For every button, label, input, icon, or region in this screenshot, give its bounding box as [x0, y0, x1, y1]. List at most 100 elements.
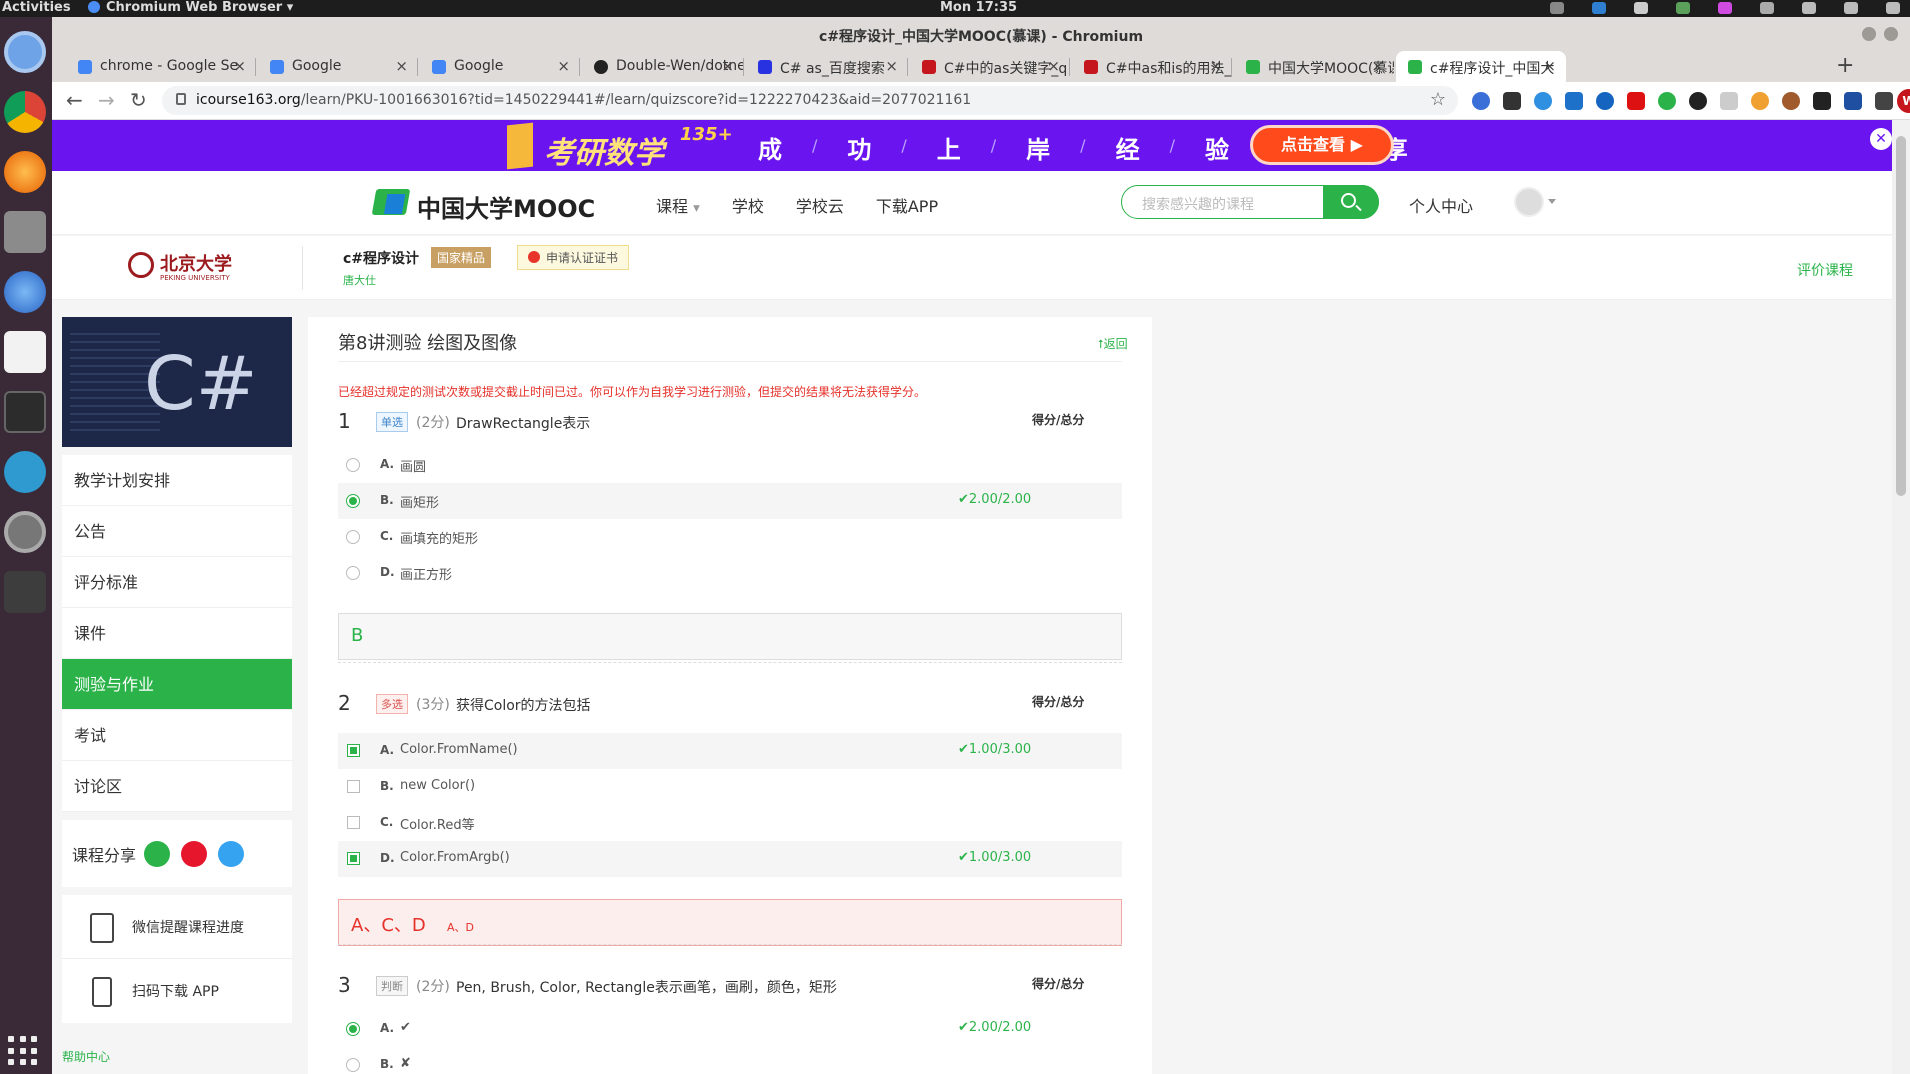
option-c[interactable]: C. Color.Red等 [338, 805, 1122, 841]
download-app-link[interactable]: 扫码下载 APP [62, 959, 292, 1023]
radio-button[interactable] [346, 566, 360, 580]
nav-courses[interactable]: 课程 ▾ [656, 193, 700, 217]
radio-button[interactable] [346, 1058, 360, 1072]
close-tab-icon[interactable]: × [885, 57, 898, 75]
back-link[interactable]: ⭡返回 [1098, 335, 1128, 352]
extension-icon[interactable] [1720, 92, 1738, 110]
extension-icon[interactable] [1844, 92, 1862, 110]
chromium-icon[interactable] [4, 31, 46, 73]
chevron-down-icon[interactable] [1548, 199, 1556, 204]
ad-banner[interactable]: 考研数学 135+ 成/ 功/ 上/ 岸/ 经/ 验/ 分/ 享 点击查看 ▶ … [52, 120, 1892, 171]
extension-icon[interactable] [1627, 92, 1645, 110]
radio-button-selected[interactable] [346, 494, 360, 508]
radio-button-selected[interactable] [346, 1022, 360, 1036]
extension-icon[interactable] [1565, 92, 1583, 110]
sidebar-item-exams[interactable]: 考试 [62, 710, 292, 761]
extension-icon[interactable] [1875, 92, 1893, 110]
option-a[interactable]: A. 画圆 [338, 447, 1122, 483]
close-tab-icon[interactable]: × [721, 57, 734, 75]
site-logo[interactable]: 中国大学MOOC [417, 189, 595, 224]
extension-icon[interactable] [1813, 92, 1831, 110]
browser-tab[interactable]: Google × [420, 51, 580, 82]
nav-school-cloud[interactable]: 学校云 [796, 193, 844, 217]
browser-tab[interactable]: chrome - Google Se × [66, 51, 256, 82]
network-icon[interactable] [1802, 2, 1816, 14]
checkbox-checked[interactable] [347, 852, 360, 865]
tray-icon[interactable] [1718, 2, 1732, 14]
sidebar-item-announcements[interactable]: 公告 [62, 506, 292, 557]
option-a[interactable]: A. ✔ ✔2.00/2.00 [338, 1011, 1122, 1047]
extension-icon[interactable] [1782, 92, 1800, 110]
bookmark-star-icon[interactable]: ☆ [1430, 89, 1446, 110]
minimize-button[interactable] [1862, 27, 1876, 41]
tray-icon[interactable] [1592, 2, 1606, 14]
wechat-icon[interactable] [144, 841, 170, 867]
sidebar-item-quizzes[interactable]: 测验与作业 [62, 659, 292, 710]
checkbox[interactable] [347, 780, 360, 793]
activities-button[interactable]: Activities [2, 0, 71, 16]
apply-certificate-button[interactable]: 申请认证证书 [517, 245, 630, 270]
banner-cta-button[interactable]: 点击查看 ▶ [1250, 125, 1394, 165]
tray-icon[interactable] [1550, 2, 1564, 14]
address-bar[interactable]: icourse163.org/learn/PKU-1001663016?tid=… [162, 86, 1458, 115]
close-tab-icon[interactable]: × [233, 57, 246, 75]
back-arrow-icon[interactable]: ← [66, 88, 83, 112]
mail-icon[interactable] [4, 451, 46, 493]
option-b[interactable]: B. new Color() [338, 769, 1122, 805]
qq-icon[interactable] [218, 841, 244, 867]
sidebar-item-grading[interactable]: 评分标准 [62, 557, 292, 608]
search-input[interactable]: 搜索感兴趣的课程 [1142, 194, 1254, 214]
extension-icon[interactable] [1689, 92, 1707, 110]
qt-icon[interactable] [4, 571, 46, 613]
checkbox[interactable] [347, 816, 360, 829]
firefox-icon[interactable] [4, 151, 46, 193]
option-d[interactable]: D. 画正方形 [338, 555, 1122, 591]
radio-button[interactable] [346, 458, 360, 472]
search-button[interactable] [1323, 185, 1379, 219]
extension-icon[interactable] [1472, 92, 1490, 110]
browser-tab[interactable]: C#中as和is的用法_ × [1072, 51, 1232, 82]
option-b[interactable]: B. ✘ [338, 1047, 1122, 1074]
nav-schools[interactable]: 学校 [732, 193, 764, 217]
battery-icon[interactable] [1886, 2, 1900, 14]
user-avatar[interactable] [1514, 187, 1544, 217]
option-b[interactable]: B. 画矩形 ✔2.00/2.00 [338, 483, 1122, 519]
show-apps-icon[interactable] [8, 1036, 38, 1066]
extension-icon[interactable] [1596, 92, 1614, 110]
settings-icon[interactable] [4, 511, 46, 553]
new-tab-button[interactable]: + [1836, 53, 1854, 78]
option-d[interactable]: D. Color.FromArgb() ✔1.00/3.00 [338, 841, 1122, 877]
scrollbar-thumb[interactable] [1896, 136, 1906, 496]
option-a[interactable]: A. Color.FromName() ✔1.00/3.00 [338, 733, 1122, 769]
clock[interactable]: Mon 17:35 [940, 0, 1017, 16]
extension-icon[interactable] [1658, 92, 1676, 110]
tray-icon[interactable] [1634, 2, 1648, 14]
evaluate-course-link[interactable]: 评价课程 [1797, 260, 1853, 280]
browser-tab[interactable]: C# as_百度搜索 × [746, 51, 908, 82]
extension-icon[interactable] [1534, 92, 1552, 110]
weibo-icon[interactable] [181, 841, 207, 867]
extension-icon[interactable] [1751, 92, 1769, 110]
close-tab-icon[interactable]: × [557, 57, 570, 75]
close-banner-icon[interactable]: ✕ [1870, 128, 1892, 150]
app-menu[interactable]: Chromium Web Browser ▾ [88, 0, 293, 16]
sidebar-item-coursewares[interactable]: 课件 [62, 608, 292, 659]
close-tab-icon[interactable]: × [1047, 57, 1060, 75]
browser-tab[interactable]: 中国大学MOOC(慕课 × [1234, 51, 1394, 82]
help-center-link[interactable]: 帮助中心 [62, 1048, 110, 1065]
checkbox-checked[interactable] [347, 744, 360, 757]
close-tab-icon[interactable]: × [1371, 57, 1384, 75]
files-icon[interactable] [4, 211, 46, 253]
sidebar-item-schedule[interactable]: 教学计划安排 [62, 455, 292, 506]
close-tab-icon[interactable]: × [1209, 57, 1222, 75]
university-name[interactable]: 北京大学 [160, 250, 232, 276]
option-c[interactable]: C. 画填充的矩形 [338, 519, 1122, 555]
browser-tab-active[interactable]: c#程序设计_中国大 × [1396, 51, 1566, 82]
tray-icon[interactable] [1676, 2, 1690, 14]
forward-arrow-icon[interactable]: → [98, 88, 115, 112]
radio-button[interactable] [346, 530, 360, 544]
nav-download-app[interactable]: 下载APP [876, 193, 938, 217]
page-scrollbar[interactable] [1892, 120, 1910, 1074]
mooc-logo-icon[interactable] [371, 189, 411, 215]
close-tab-icon[interactable]: × [395, 57, 408, 75]
